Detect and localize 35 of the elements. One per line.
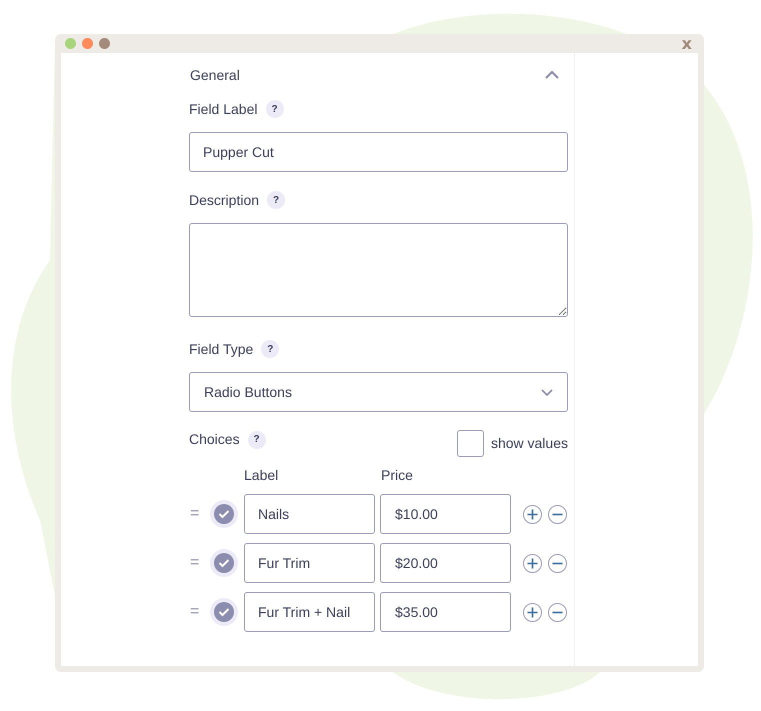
text-input[interactable]: Fur Trim + Nail: [244, 592, 375, 632]
chevron-down-icon: [541, 388, 553, 396]
text-input[interactable]: $35.00: [380, 592, 511, 632]
checkbox[interactable]: [456, 430, 484, 457]
text-input[interactable]: Nails: [244, 494, 375, 534]
remove-icon[interactable]: [548, 504, 567, 524]
section-title: General: [189, 66, 240, 84]
column-header: Price: [381, 466, 413, 485]
remove-icon[interactable]: [548, 554, 567, 572]
radio-check-icon[interactable]: [210, 549, 238, 577]
help-badge[interactable]: ?: [266, 100, 284, 118]
add-icon[interactable]: [523, 504, 542, 524]
help-badge[interactable]: ?: [261, 340, 280, 358]
radio-check-icon[interactable]: [210, 598, 238, 626]
window-control-icon[interactable]: [82, 38, 93, 49]
text-input[interactable]: $10.00: [380, 494, 511, 534]
field-label: Field Type: [189, 340, 254, 359]
select-dropdown[interactable]: Radio Buttons: [189, 372, 568, 412]
help-badge[interactable]: ?: [248, 430, 266, 448]
description-textarea[interactable]: [189, 223, 568, 317]
window-control-icon[interactable]: [99, 38, 110, 49]
add-icon[interactable]: [523, 602, 542, 622]
checkbox-label: show values: [490, 434, 568, 453]
text-input[interactable]: $20.00: [380, 543, 511, 583]
field-label: Choices: [189, 430, 240, 449]
chevron-up-icon[interactable]: [545, 71, 559, 79]
column-header: Label: [244, 466, 280, 485]
text-input[interactable]: Fur Trim: [244, 543, 375, 583]
remove-icon[interactable]: [548, 602, 567, 622]
radio-check-icon[interactable]: [210, 500, 238, 528]
help-badge[interactable]: ?: [267, 191, 286, 209]
text-input[interactable]: Pupper Cut: [189, 132, 568, 172]
field-label: Description: [189, 190, 260, 210]
add-icon[interactable]: [523, 554, 542, 572]
field-label: Field Label: [189, 100, 258, 118]
